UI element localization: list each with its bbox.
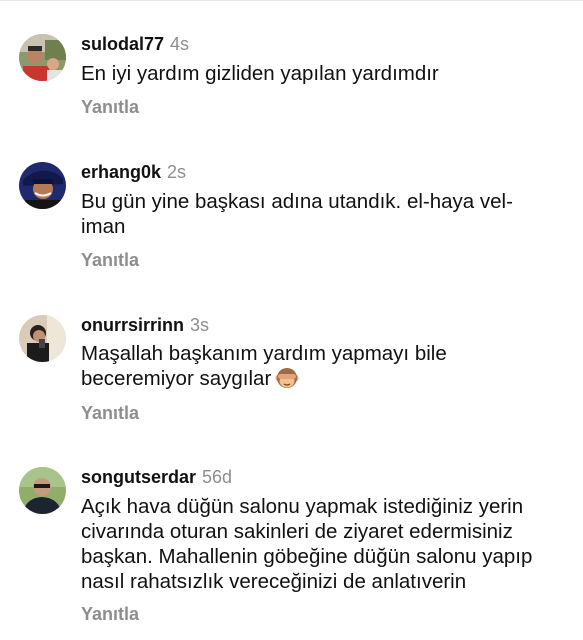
comment-username[interactable]: erhang0k: [81, 162, 161, 182]
comment-timestamp: 3s: [190, 315, 210, 335]
comment-text-line: Açık hava düğün salonu yapmak istediğini…: [81, 495, 524, 518]
comment-timestamp: 2s: [167, 162, 187, 182]
comment-text-line: Maşallah başkanım yardım yapmayı bile: [81, 342, 447, 365]
comment-username[interactable]: songutserdar: [81, 467, 196, 487]
avatar[interactable]: [19, 34, 66, 81]
top-divider: [0, 0, 583, 1]
comment-username[interactable]: sulodal77: [81, 34, 164, 54]
comment-text: En iyi yardım gizliden yapılan yardımdır: [81, 61, 561, 86]
comment-text: Açık hava düğün salonu yapmak istediğini…: [81, 494, 561, 594]
see-no-evil-monkey-icon: [275, 366, 299, 396]
reply-button[interactable]: Yanıtla: [81, 403, 139, 424]
comment-timestamp: 4s: [170, 34, 190, 54]
comment-text-line: iman: [81, 215, 126, 238]
comment-text-line: Bu gün yine başkası adına utandık. el-ha…: [81, 190, 513, 213]
comment-text-line: En iyi yardım gizliden yapılan yardımdır: [81, 62, 439, 85]
avatar[interactable]: [19, 467, 66, 514]
comment-text: Maşallah başkanım yardım yapmayı bile be…: [81, 341, 561, 396]
reply-button[interactable]: Yanıtla: [81, 250, 139, 271]
comment-text-line: başkan. Mahallenin göbeğine düğün salonu…: [81, 545, 533, 568]
comment-text-line: nasıl rahatsızlık vereceğinizi de anlatı…: [81, 570, 467, 593]
avatar[interactable]: [19, 315, 66, 362]
comment-username[interactable]: onurrsirrinn: [81, 315, 184, 335]
reply-button[interactable]: Yanıtla: [81, 604, 139, 625]
comment-timestamp: 56d: [202, 467, 233, 487]
comment-text: Bu gün yine başkası adına utandık. el-ha…: [81, 189, 561, 239]
avatar[interactable]: [19, 162, 66, 209]
comment-text-line: beceremiyor saygılar: [81, 367, 272, 390]
comment-text-line: civarında oturan sakinleri de ziyaret ed…: [81, 520, 513, 543]
reply-button[interactable]: Yanıtla: [81, 97, 139, 118]
